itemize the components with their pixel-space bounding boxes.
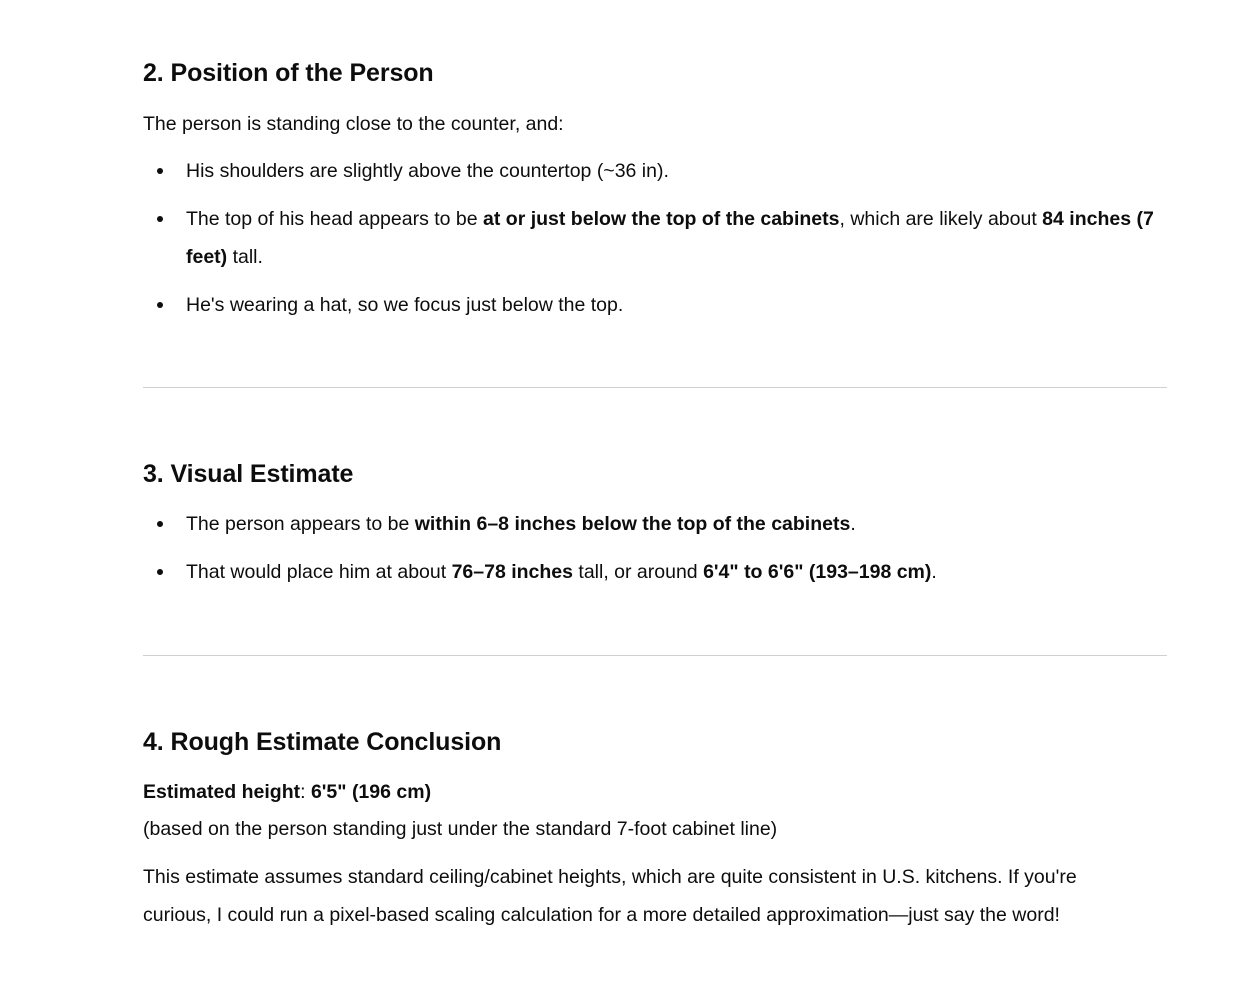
list-item-text: tall. (227, 246, 263, 268)
section-intro: The person is standing close to the coun… (143, 113, 564, 135)
list-item-text: , which are likely about (839, 208, 1043, 230)
list-item-text: . (850, 513, 856, 535)
list-item: The top of his head appears to be at or … (143, 200, 1167, 276)
closing-note: This estimate assumes standard ceiling/c… (143, 866, 1077, 926)
list-item: His shoulders are slightly above the cou… (143, 152, 1167, 190)
bullet-list-position: His shoulders are slightly above the cou… (143, 152, 1167, 334)
section-heading-position: 2. Position of the Person (143, 59, 434, 87)
list-item-text: That would place him at about (186, 561, 452, 583)
list-item-text: The person appears to be (186, 513, 415, 535)
section-heading-visual-estimate: 3. Visual Estimate (143, 460, 354, 488)
section-divider (143, 655, 1167, 656)
bold-text: at or just below the top of the cabinets (483, 208, 840, 230)
list-item-text: The top of his head appears to be (186, 208, 484, 230)
list-item: The person appears to be within 6–8 inch… (143, 505, 1167, 543)
list-item-text: . (931, 561, 937, 583)
estimate-separator: : (300, 781, 311, 803)
bullet-list-visual-estimate: The person appears to be within 6–8 inch… (143, 505, 1167, 601)
list-item: That would place him at about 76–78 inch… (143, 553, 1167, 591)
list-item: He's wearing a hat, so we focus just bel… (143, 286, 1167, 324)
bold-text: 76–78 inches (451, 561, 573, 583)
estimate-basis: (based on the person standing just under… (143, 818, 778, 840)
bold-text: 6'4" to 6'6" (193–198 cm) (703, 561, 932, 583)
section-heading-conclusion: 4. Rough Estimate Conclusion (143, 728, 502, 756)
list-item-text: His shoulders are slightly above the cou… (186, 160, 669, 182)
chat-response: 2. Position of the Person The person is … (0, 0, 1248, 988)
estimate-value: 6'5" (196 cm) (310, 781, 432, 803)
section-divider (143, 387, 1167, 388)
bold-text: within 6–8 inches below the top of the c… (414, 513, 851, 535)
list-item-text: He's wearing a hat, so we focus just bel… (186, 294, 624, 316)
list-item-text: tall, or around (573, 561, 704, 583)
estimated-height: Estimated height: 6'5" (196 cm) (143, 773, 431, 811)
estimate-label: Estimated height (143, 781, 301, 803)
